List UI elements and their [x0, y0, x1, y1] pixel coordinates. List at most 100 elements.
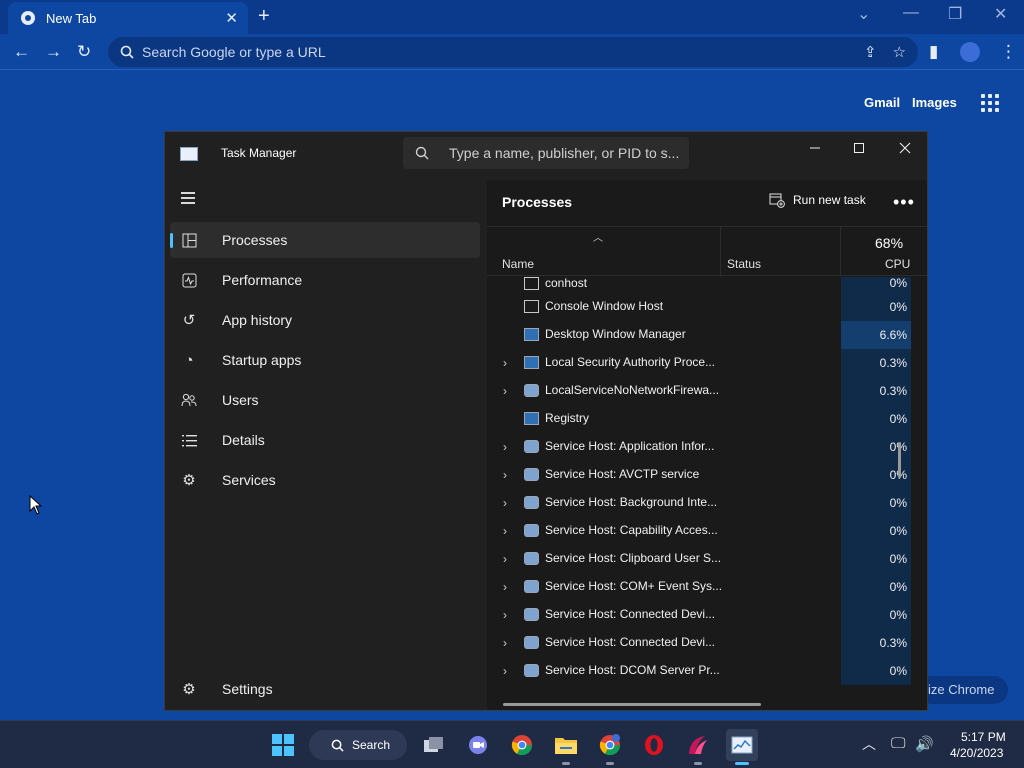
process-row[interactable]: › Service Host: Clipboard User S... 0%: [487, 545, 911, 573]
network-icon[interactable]: 🖵: [891, 735, 905, 752]
hamburger-menu-icon[interactable]: [181, 192, 197, 204]
restore-icon[interactable]: ❐: [948, 4, 962, 24]
horizontal-scrollbar[interactable]: [503, 703, 761, 706]
column-divider[interactable]: [720, 227, 721, 277]
nav-label: Settings: [222, 681, 273, 697]
volume-icon[interactable]: 🔊: [915, 735, 934, 753]
task-manager-taskbar-button[interactable]: [726, 729, 758, 765]
forward-arrow-icon[interactable]: →: [45, 42, 62, 62]
tm-maximize-button[interactable]: [837, 136, 881, 160]
process-row[interactable]: ›Service Host: AVCTP service0%: [487, 461, 911, 489]
minimize-icon[interactable]: —: [903, 4, 919, 22]
process-row[interactable]: › Service Host: Capability Acces... 0%: [487, 517, 911, 545]
images-link[interactable]: Images: [912, 95, 957, 110]
process-row[interactable]: › Service Host: DCOM Server Pr... 0%: [487, 657, 911, 685]
chrome-profile-taskbar-button[interactable]: [594, 729, 626, 765]
task-view-button[interactable]: [418, 729, 450, 761]
nav-item-users[interactable]: Users: [170, 382, 480, 418]
tm-minimize-button[interactable]: [793, 136, 837, 160]
nav-item-app-history[interactable]: ↺ App history: [170, 302, 480, 338]
tab-close-icon[interactable]: ✕: [225, 9, 238, 27]
back-arrow-icon[interactable]: ←: [13, 42, 30, 62]
expand-chevron-icon[interactable]: ›: [503, 384, 507, 398]
customize-chrome-button[interactable]: ize Chrome: [918, 676, 1008, 704]
file-explorer-button[interactable]: [550, 729, 582, 765]
omnibox[interactable]: Search Google or type a URL ⇪ ☆: [108, 37, 918, 67]
opera-taskbar-button[interactable]: [638, 729, 670, 761]
console-process-icon: [524, 300, 539, 313]
nav-item-details[interactable]: Details: [170, 422, 480, 458]
expand-chevron-icon[interactable]: ›: [503, 524, 507, 538]
processes-page: Processes Run new task ••• ︿ Name Status…: [487, 180, 927, 710]
new-tab-button[interactable]: +: [258, 5, 270, 28]
expand-chevron-icon[interactable]: ›: [503, 608, 507, 622]
vertical-scrollbar[interactable]: [898, 442, 901, 478]
tab-search-chevron-icon[interactable]: ⌄: [857, 4, 870, 24]
clock-time[interactable]: 5:17 PM: [961, 730, 1006, 744]
nav-label: Services: [222, 472, 276, 488]
nav-item-processes[interactable]: Processes: [170, 222, 480, 258]
bookmark-star-icon[interactable]: ☆: [893, 43, 906, 61]
expand-chevron-icon[interactable]: ›: [503, 496, 507, 510]
process-row[interactable]: ›Service Host: Application Infor...0%: [487, 433, 911, 461]
gmail-link[interactable]: Gmail: [864, 95, 900, 110]
column-headers: ︿ Name Status 68% CPU: [487, 226, 927, 277]
process-row[interactable]: Registry 0%: [487, 405, 911, 433]
nav-item-performance[interactable]: Performance: [170, 262, 480, 298]
process-name: Service Host: DCOM Server Pr...: [545, 663, 720, 677]
expand-chevron-icon[interactable]: ›: [503, 552, 507, 566]
process-row[interactable]: › Service Host: COM+ Event Sys... 0%: [487, 573, 911, 601]
app-taskbar-button[interactable]: [682, 729, 714, 765]
column-divider[interactable]: [840, 227, 841, 277]
process-name: Service Host: Connected Devi...: [545, 635, 716, 649]
process-search-input[interactable]: [449, 145, 689, 161]
run-new-task-icon: [769, 193, 785, 208]
process-row[interactable]: › Service Host: Background Inte... 0%: [487, 489, 911, 517]
profile-avatar[interactable]: [960, 42, 980, 62]
expand-chevron-icon[interactable]: ›: [503, 356, 507, 370]
share-icon[interactable]: ⇪: [864, 43, 877, 61]
more-options-icon[interactable]: •••: [893, 192, 915, 213]
expand-chevron-icon[interactable]: ›: [503, 664, 507, 678]
teams-chat-button[interactable]: [462, 729, 494, 761]
process-row[interactable]: conhost 0%: [487, 277, 911, 293]
reload-icon[interactable]: ↻: [77, 42, 91, 62]
nav-label: Performance: [222, 272, 303, 288]
gear-process-icon: [524, 636, 539, 649]
process-row[interactable]: › LocalServiceNoNetworkFirewa... 0.3%: [487, 377, 911, 405]
expand-chevron-icon[interactable]: ›: [503, 468, 507, 482]
nav-item-startup-apps[interactable]: ◔ Startup apps: [170, 342, 480, 378]
chrome-toolbar: ← → ↻ Search Google or type a URL ⇪ ☆ ▮ …: [0, 34, 1024, 70]
column-cpu[interactable]: CPU: [885, 257, 910, 271]
chrome-tab[interactable]: New Tab ✕: [8, 2, 248, 34]
clock-date[interactable]: 4/20/2023: [950, 746, 1003, 760]
menu-kebab-icon[interactable]: ⋮: [1000, 42, 1017, 62]
column-name[interactable]: Name: [502, 257, 534, 271]
tm-close-button[interactable]: [883, 136, 927, 160]
taskbar-search-button[interactable]: Search: [309, 730, 407, 760]
expand-chevron-icon[interactable]: ›: [503, 580, 507, 594]
process-row[interactable]: › Local Security Authority Proce... 0.3%: [487, 349, 911, 377]
google-apps-icon[interactable]: [981, 94, 999, 112]
gear-process-icon: [524, 524, 539, 537]
process-row[interactable]: › Service Host: Connected Devi... 0%: [487, 601, 911, 629]
side-panel-icon[interactable]: ▮: [929, 42, 938, 62]
run-new-task-button[interactable]: Run new task: [769, 192, 866, 208]
start-button[interactable]: [267, 729, 299, 761]
chrome-taskbar-button[interactable]: [506, 729, 538, 761]
expand-chevron-icon[interactable]: ›: [503, 636, 507, 650]
process-row[interactable]: › Service Host: Connected Devi... 0.3%: [487, 629, 911, 657]
process-row[interactable]: Console Window Host 0%: [487, 293, 911, 321]
nav-item-settings[interactable]: ⚙ Settings: [170, 671, 480, 707]
column-status[interactable]: Status: [727, 257, 761, 271]
nav-item-services[interactable]: ⚙ Services: [170, 462, 480, 498]
task-manager-icon: [731, 736, 753, 754]
show-hidden-icons-chevron-icon[interactable]: ︿: [862, 734, 876, 754]
process-name: Registry: [545, 411, 590, 425]
expand-chevron-icon[interactable]: ›: [503, 440, 507, 454]
gear-process-icon: [524, 384, 539, 397]
search-icon: [331, 739, 344, 752]
close-icon[interactable]: ✕: [994, 4, 1007, 24]
process-row[interactable]: Desktop Window Manager 6.6%: [487, 321, 911, 349]
process-search-box[interactable]: [403, 137, 689, 169]
